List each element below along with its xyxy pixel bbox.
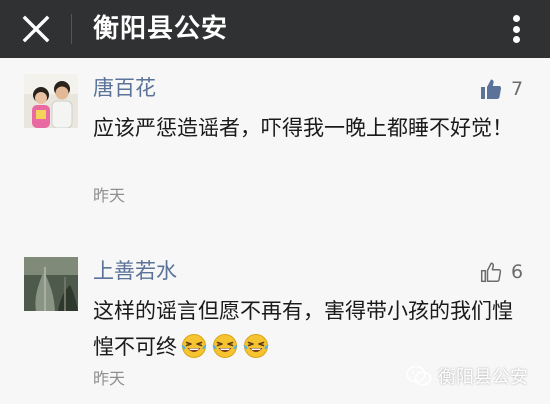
title-divider xyxy=(71,14,72,44)
comment-text: 应该严惩造谣者，吓得我一晚上都睡不好觉！ xyxy=(93,116,513,140)
comment-text-body: 这样的谣言但愿不再有，害得带小孩的我们惶惶不可终 xyxy=(93,299,513,359)
like-button[interactable]: 6 xyxy=(480,258,523,286)
thumbs-up-icon xyxy=(480,78,502,100)
like-count: 6 xyxy=(511,261,524,283)
page-title: 衡阳县公安 xyxy=(93,14,229,44)
comment-time: 昨天 xyxy=(93,369,126,388)
navigation-bar: 衡阳县公安 xyxy=(0,0,550,58)
comment-author[interactable]: 上善若水 xyxy=(93,257,177,285)
crying-laughing-emoji xyxy=(180,333,208,359)
comment-author[interactable]: 唐百花 xyxy=(93,74,156,102)
thumbs-up-outline-icon xyxy=(480,261,502,283)
comment-time: 昨天 xyxy=(93,186,126,205)
like-button[interactable]: 7 xyxy=(480,75,523,103)
comment-text: 这样的谣言但愿不再有，害得带小孩的我们惶惶不可终 xyxy=(93,293,533,365)
wechat-logo-icon xyxy=(406,365,432,387)
like-count: 7 xyxy=(511,78,524,100)
more-vertical-icon[interactable] xyxy=(506,11,526,47)
avatar[interactable] xyxy=(24,74,78,128)
crying-laughing-emoji xyxy=(211,333,239,359)
watermark: 衡阳县公安 xyxy=(406,362,528,390)
crying-laughing-emoji xyxy=(242,333,270,359)
watermark-text: 衡阳县公安 xyxy=(438,367,528,388)
avatar[interactable] xyxy=(24,257,78,311)
close-icon[interactable] xyxy=(20,13,52,45)
